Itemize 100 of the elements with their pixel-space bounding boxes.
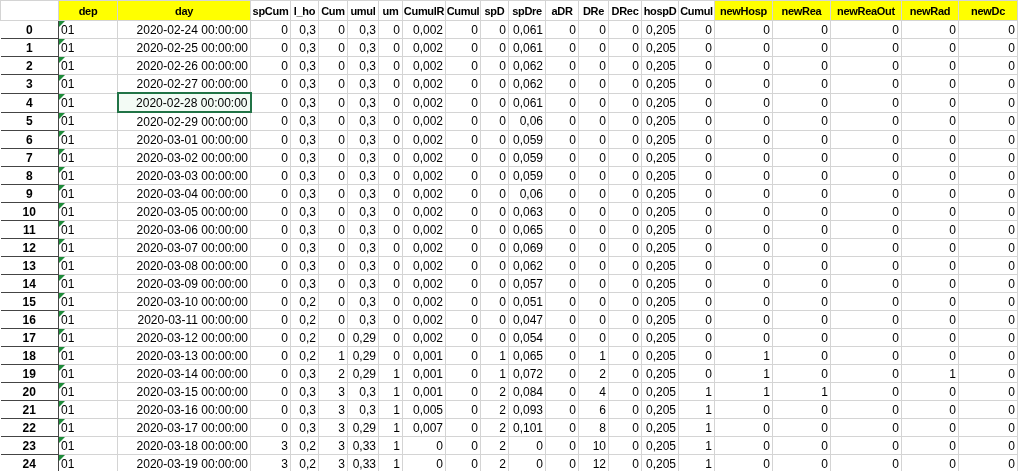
table-cell: 0 (608, 328, 642, 347)
table-cell: 0 (545, 382, 579, 401)
table-cell: 0 (958, 20, 1018, 39)
table-cell: 0 (830, 38, 902, 57)
row-header[interactable]: 16 (0, 310, 59, 329)
table-cell: 0 (772, 166, 831, 185)
table-cell: 0 (318, 20, 348, 39)
table-cell: 0 (545, 364, 579, 383)
row-header[interactable]: 12 (0, 238, 59, 257)
row-header[interactable]: 17 (0, 328, 59, 347)
table-cell: 0,205 (641, 346, 679, 365)
table-cell: 0,205 (641, 382, 679, 401)
table-cell: 0 (480, 130, 509, 149)
table-cell: 2020-03-06 00:00:00 (117, 220, 251, 239)
table-cell: 0 (958, 238, 1018, 257)
table-cell: 0 (678, 74, 715, 93)
row-header[interactable]: 8 (0, 166, 59, 185)
row-header[interactable]: 23 (0, 436, 59, 455)
table-cell: 0,06 (508, 112, 546, 131)
table-cell: 0,3 (290, 400, 319, 419)
row-header[interactable]: 22 (0, 418, 59, 437)
table-cell: 0 (445, 274, 481, 293)
table-cell: 0 (318, 56, 348, 75)
table-cell: 0 (480, 202, 509, 221)
table-cell: 0,3 (347, 220, 379, 239)
table-cell: 0 (378, 20, 403, 39)
table-cell: 0,3 (290, 20, 319, 39)
row-header[interactable]: 10 (0, 202, 59, 221)
table-cell: 0 (958, 274, 1018, 293)
table-cell: 0 (318, 130, 348, 149)
table-cell: 0,205 (641, 436, 679, 455)
row-header[interactable]: 18 (0, 346, 59, 365)
row-header[interactable]: 3 (0, 74, 59, 93)
table-cell: 0,047 (508, 310, 546, 329)
table-cell: 2 (480, 382, 509, 401)
row-header[interactable]: 24 (0, 454, 59, 471)
table-cell: 0,001 (402, 382, 446, 401)
table-cell: 0 (830, 346, 902, 365)
table-cell: 0 (608, 364, 642, 383)
table-cell: 0 (830, 418, 902, 437)
table-cell: 1 (578, 346, 609, 365)
row-header[interactable]: 0 (0, 20, 59, 39)
row-header[interactable]: 20 (0, 382, 59, 401)
table-cell: 0 (608, 184, 642, 203)
table-cell-with-marker: 01 (58, 418, 118, 437)
table-cell: 0 (250, 328, 291, 347)
column-header: aDR (545, 0, 579, 21)
table-cell: 0,29 (347, 418, 379, 437)
table-cell: 0 (545, 220, 579, 239)
table-cell: 0 (830, 274, 902, 293)
table-cell: 0 (378, 220, 403, 239)
row-header[interactable]: 13 (0, 256, 59, 275)
table-cell: 0 (830, 184, 902, 203)
table-cell: 2020-03-18 00:00:00 (117, 436, 251, 455)
table-cell: 2020-02-25 00:00:00 (117, 38, 251, 57)
table-cell: 0,29 (347, 364, 379, 383)
row-header[interactable]: 15 (0, 292, 59, 311)
table-cell: 0 (714, 38, 773, 57)
table-cell: 0 (958, 328, 1018, 347)
table-cell: 0 (545, 274, 579, 293)
table-cell: 0,3 (347, 292, 379, 311)
table-cell: 0 (480, 184, 509, 203)
row-header[interactable]: 11 (0, 220, 59, 239)
column-header: newRea (772, 0, 831, 21)
table-cell-with-marker: 01 (58, 400, 118, 419)
table-cell: 0 (958, 56, 1018, 75)
column-header: day (117, 0, 251, 21)
table-cell: 0 (545, 74, 579, 93)
table-cell: 0 (714, 436, 773, 455)
table-cell: 2 (480, 418, 509, 437)
table-cell: 0 (445, 184, 481, 203)
table-cell: 0 (772, 74, 831, 93)
table-cell: 0 (714, 202, 773, 221)
row-header[interactable]: 1 (0, 38, 59, 57)
table-cell: 0,002 (402, 93, 446, 112)
table-cell-with-marker: 01 (58, 382, 118, 401)
table-cell: 0 (958, 292, 1018, 311)
table-cell: 0 (830, 382, 902, 401)
table-cell-with-marker: 01 (58, 256, 118, 275)
table-cell: 2 (480, 436, 509, 455)
table-cell-with-marker: 01 (58, 56, 118, 75)
table-cell: 0 (480, 112, 509, 131)
row-header[interactable]: 6 (0, 130, 59, 149)
row-header[interactable]: 4 (0, 93, 59, 112)
table-cell: 0 (318, 166, 348, 185)
table-cell: 1 (378, 382, 403, 401)
row-header[interactable]: 2 (0, 56, 59, 75)
table-cell: 0 (678, 166, 715, 185)
row-header[interactable]: 5 (0, 112, 59, 131)
table-cell: 0,3 (347, 238, 379, 257)
table-cell: 0 (714, 56, 773, 75)
table-cell: 0,3 (347, 382, 379, 401)
table-cell: 0 (378, 274, 403, 293)
row-header[interactable]: 14 (0, 274, 59, 293)
table-cell: 0 (678, 346, 715, 365)
row-header[interactable]: 19 (0, 364, 59, 383)
row-header[interactable]: 21 (0, 400, 59, 419)
row-header[interactable]: 7 (0, 148, 59, 167)
table-cell: 3 (318, 436, 348, 455)
row-header[interactable]: 9 (0, 184, 59, 203)
